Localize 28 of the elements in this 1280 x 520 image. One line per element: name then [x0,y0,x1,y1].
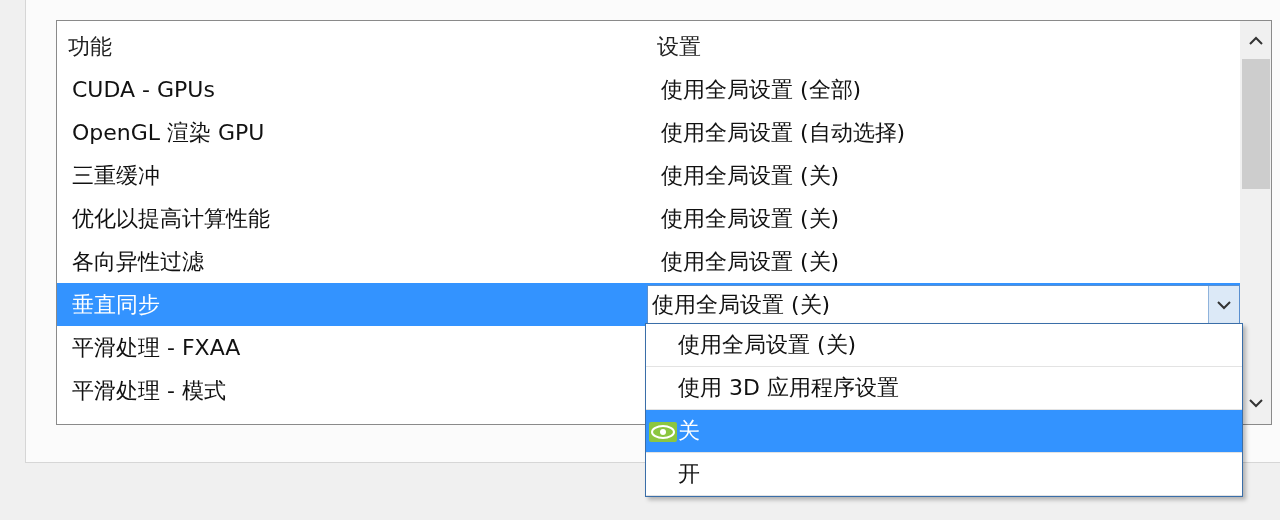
column-header[interactable]: 功能 [57,25,645,68]
setting-cell-text: 使用全局设置 (关) [660,247,841,276]
scrollbar[interactable] [1240,21,1271,424]
setting-cell-text: 使用全局设置 (全部) [660,75,863,104]
feature-cell-text: OpenGL 渲染 GPU [71,118,266,147]
scroll-up-icon[interactable] [1248,36,1264,46]
list-row[interactable]: OpenGL 渲染 GPU 使用全局设置 (自动选择) [57,111,1240,154]
feature-cell-text: 各向异性过滤 [71,247,205,276]
column-header[interactable]: 设置 [645,25,1240,68]
list-row[interactable]: CUDA - GPUs 使用全局设置 (全部) [57,68,1240,111]
setting-cell-text: 使用全局设置 (关) [660,161,841,190]
list-row[interactable]: 优化以提高计算性能 使用全局设置 (关) [57,197,1240,240]
scroll-thumb[interactable] [1242,59,1270,189]
feature-cell-text: 三重缓冲 [71,161,161,190]
dropdown-option[interactable]: 使用 3D 应用程序设置 [646,367,1242,410]
setting-cell-text: 使用全局设置 (关) [660,204,841,233]
list-row[interactable]: 各向异性过滤 使用全局设置 (关) [57,240,1240,283]
feature-cell-text: 垂直同步 [71,290,161,319]
list-row[interactable]: 三重缓冲 使用全局设置 (关) [57,154,1240,197]
dropdown-option[interactable]: 使用全局设置 (关) [646,324,1242,367]
scroll-down-icon[interactable] [1248,398,1264,408]
setting-dropdown[interactable]: 使用全局设置 (关) [647,285,1240,325]
feature-cell-text: 优化以提高计算性能 [71,204,271,233]
setting-cell-text: 使用全局设置 (自动选择) [660,118,907,147]
chevron-down-icon[interactable] [1216,300,1232,310]
dropdown-option[interactable]: 开 [646,453,1242,496]
list-row[interactable]: 垂直同步 使用全局设置 (关) [57,283,1240,326]
feature-cell-text: CUDA - GPUs [71,76,216,104]
